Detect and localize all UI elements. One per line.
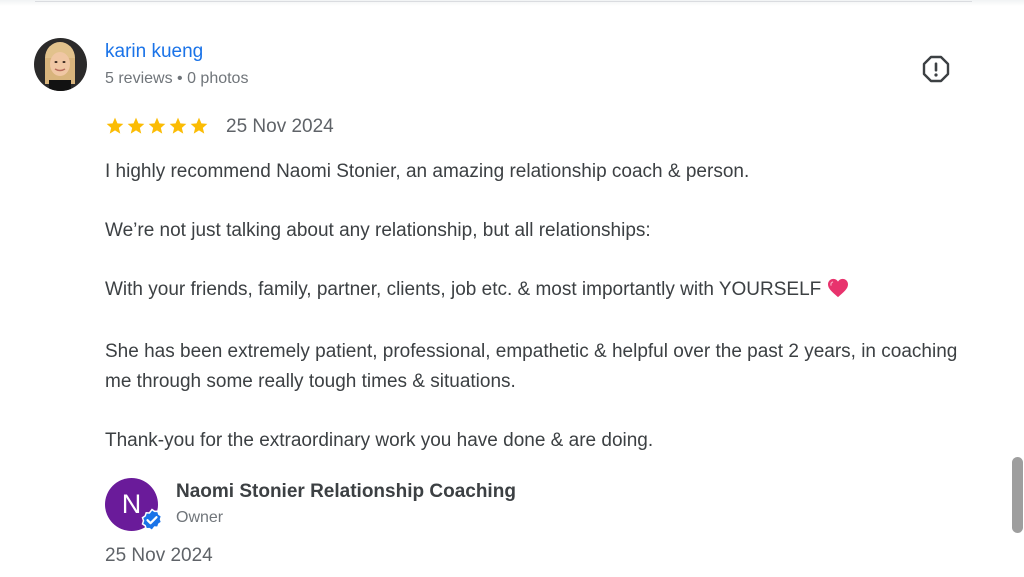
reply-date: 25 Nov 2024 — [105, 545, 213, 566]
star-icon — [169, 117, 187, 134]
review-paragraph: With your friends, family, partner, clie… — [105, 275, 975, 308]
review-paragraph: We’re not just talking about any relatio… — [105, 220, 651, 241]
star-icon — [190, 117, 208, 134]
reviewer-meta: 5 reviews • 0 photos — [105, 70, 249, 87]
review-date: 25 Nov 2024 — [226, 116, 334, 137]
review-paragraph-text: With your friends, family, partner, clie… — [105, 279, 822, 300]
review-card: karin kueng 5 reviews • 0 photos 25 Nov … — [0, 0, 1024, 577]
scrollbar-thumb[interactable] — [1012, 457, 1023, 533]
verified-check-icon — [140, 508, 164, 532]
review-paragraph: I highly recommend Naomi Stonier, an ama… — [105, 161, 750, 182]
review-paragraph: She has been extremely patient, professi… — [105, 341, 958, 392]
review-paragraph: Thank-you for the extraordinary work you… — [105, 429, 654, 451]
owner-role: Owner — [176, 509, 224, 526]
reviewer-avatar[interactable] — [34, 38, 87, 91]
report-review-button[interactable] — [919, 52, 953, 86]
reviewer-name-link[interactable]: karin kueng — [105, 41, 203, 63]
star-icon — [106, 117, 124, 134]
star-icon — [127, 117, 145, 134]
report-flag-icon — [922, 55, 950, 83]
star-rating — [105, 116, 209, 136]
review-body: I highly recommend Naomi Stonier, an ama… — [105, 157, 975, 485]
reviewer-avatar-image — [34, 38, 87, 91]
owner-name: Naomi Stonier Relationship Coaching — [176, 481, 516, 502]
top-divider — [35, 1, 972, 2]
heart-icon — [827, 278, 849, 308]
star-icon — [148, 117, 166, 134]
